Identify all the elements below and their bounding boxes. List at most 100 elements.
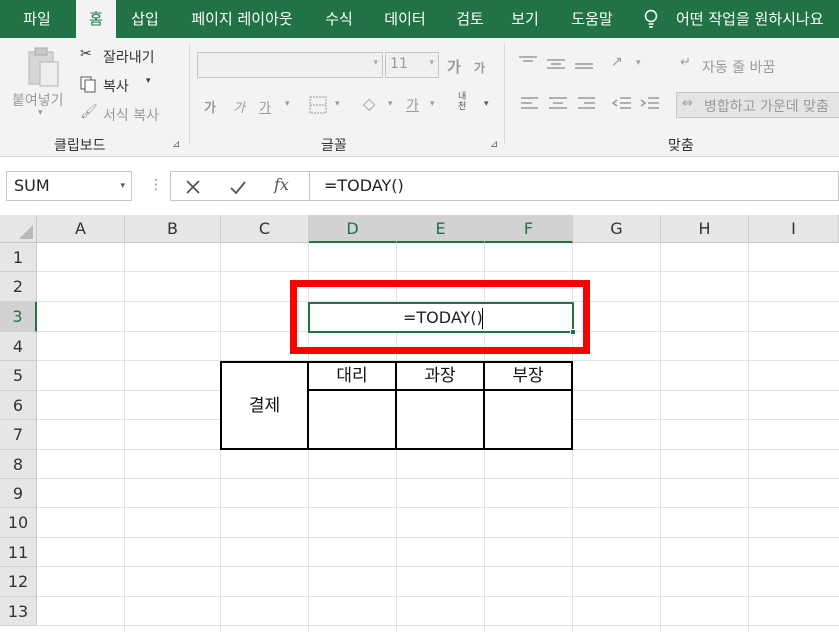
select-all-button[interactable] xyxy=(0,215,37,243)
font-color-button[interactable]: 가 xyxy=(406,95,419,115)
copy-dropdown-icon[interactable]: ▾ xyxy=(146,76,151,86)
align-right-icon[interactable] xyxy=(576,96,596,110)
tell-me-search[interactable]: 어떤 작업을 원하시나요 xyxy=(676,0,824,38)
formula-bar-grip-icon: ⋮ xyxy=(149,177,163,193)
row-header-4[interactable]: 4 xyxy=(0,332,37,361)
clipboard-launcher-icon[interactable]: ⊿ xyxy=(172,139,180,150)
borders-icon[interactable] xyxy=(309,96,327,114)
approval-header-cell: 대리 xyxy=(307,361,397,391)
worksheet-grid: A B C D E F G H I 1 2 3 4 5 6 7 8 9 10 1… xyxy=(0,215,839,632)
column-header-b[interactable]: B xyxy=(125,215,221,243)
font-color-dropdown-icon[interactable]: ▾ xyxy=(430,99,435,109)
paste-button[interactable]: 붙여넣기 xyxy=(12,90,64,110)
paste-dropdown-icon[interactable]: ▾ xyxy=(38,108,43,118)
cut-icon: ✂ xyxy=(80,46,92,62)
row-header-3[interactable]: 3 xyxy=(0,302,37,332)
tab-page-layout[interactable]: 페이지 레이아웃 xyxy=(178,0,306,38)
row-header-9[interactable]: 9 xyxy=(0,479,37,508)
align-top-icon[interactable] xyxy=(518,56,538,70)
row-header-1[interactable]: 1 xyxy=(0,243,37,272)
tab-home[interactable]: 홈 xyxy=(76,0,116,38)
insert-function-button[interactable]: fx xyxy=(274,175,289,194)
name-box[interactable]: SUM ▾ xyxy=(6,171,132,201)
tab-formulas[interactable]: 수식 xyxy=(315,0,363,38)
underline-dropdown-icon[interactable]: ▾ xyxy=(285,99,290,109)
row-header-6[interactable]: 6 xyxy=(0,391,37,420)
format-painter-button[interactable]: 서식 복사 xyxy=(103,105,159,125)
merge-icon: ⇔ xyxy=(682,96,693,111)
column-header-i[interactable]: I xyxy=(749,215,839,243)
row-header-11[interactable]: 11 xyxy=(0,538,37,567)
column-header-a[interactable]: A xyxy=(37,215,125,243)
phonetic-button[interactable]: 내천 xyxy=(458,92,474,112)
copy-icon xyxy=(80,76,96,93)
fill-color-icon[interactable]: ◇ xyxy=(363,94,375,113)
enter-check-icon[interactable] xyxy=(229,179,247,195)
gridline xyxy=(37,537,839,538)
tab-data[interactable]: 데이터 xyxy=(374,0,436,38)
bold-button[interactable]: 가 xyxy=(204,97,216,116)
row-header-7[interactable]: 7 xyxy=(0,420,37,450)
column-header-e[interactable]: E xyxy=(397,215,485,243)
approval-title-cell: 결제 xyxy=(220,361,309,450)
row-header-2[interactable]: 2 xyxy=(0,272,37,302)
ribbon-tab-bar: 파일 홈 삽입 페이지 레이아웃 수식 데이터 검토 보기 도움말 어떤 작업을… xyxy=(0,0,839,38)
column-header-d[interactable]: D xyxy=(309,215,397,243)
fill-color-dropdown-icon[interactable]: ▾ xyxy=(388,99,393,109)
row-header-12[interactable]: 12 xyxy=(0,567,37,597)
phonetic-dropdown-icon[interactable]: ▾ xyxy=(484,99,489,109)
gridline xyxy=(37,507,839,508)
tab-view[interactable]: 보기 xyxy=(501,0,549,38)
ribbon: 붙여넣기 ▾ ✂ 잘라내기 복사 ▾ 🖌 서식 복사 클립보드 ⊿ ▾ 11 ▾… xyxy=(0,38,839,157)
column-header-c[interactable]: C xyxy=(221,215,309,243)
orientation-dropdown-icon[interactable]: ▾ xyxy=(636,58,641,68)
group-divider xyxy=(504,44,505,144)
column-header-h[interactable]: H xyxy=(661,215,749,243)
wrap-text-icon: ↵ xyxy=(680,55,691,70)
increase-indent-icon[interactable] xyxy=(640,96,660,110)
cancel-icon[interactable] xyxy=(185,179,201,195)
font-size-box[interactable]: 11 ▾ xyxy=(385,52,439,78)
shrink-font-button[interactable]: 가 xyxy=(474,59,485,76)
highlight-box xyxy=(290,280,590,354)
cut-button[interactable]: 잘라내기 xyxy=(103,47,155,67)
select-all-triangle-icon xyxy=(19,225,33,239)
wrap-text-button[interactable]: 자동 줄 바꿈 xyxy=(702,57,775,77)
chevron-down-icon: ▾ xyxy=(373,58,378,68)
copy-button[interactable]: 복사 xyxy=(103,76,129,96)
column-header-f[interactable]: F xyxy=(485,215,573,243)
align-center-icon[interactable] xyxy=(548,96,568,110)
alignment-group-label: 맞춤 xyxy=(668,138,694,154)
formula-buttons: fx xyxy=(170,171,309,201)
decrease-indent-icon[interactable] xyxy=(612,96,632,110)
chevron-down-icon[interactable]: ▾ xyxy=(120,172,125,200)
tab-insert[interactable]: 삽입 xyxy=(120,0,170,38)
align-bottom-icon[interactable] xyxy=(574,56,594,70)
align-middle-icon[interactable] xyxy=(546,56,566,70)
tab-file[interactable]: 파일 xyxy=(8,0,66,38)
column-header-g[interactable]: G xyxy=(573,215,661,243)
tab-review[interactable]: 검토 xyxy=(446,0,494,38)
formula-input[interactable]: =TODAY() xyxy=(309,171,839,201)
approval-sign-cell[interactable] xyxy=(395,389,485,450)
underline-button[interactable]: 가 xyxy=(259,97,271,116)
font-name-box[interactable]: ▾ xyxy=(197,52,383,78)
row-header-8[interactable]: 8 xyxy=(0,450,37,479)
row-header-5[interactable]: 5 xyxy=(0,361,37,391)
borders-dropdown-icon[interactable]: ▾ xyxy=(335,99,340,109)
merge-center-button[interactable]: ⇔ 병합하고 가운데 맞춤 xyxy=(676,92,839,118)
italic-button[interactable]: 가 xyxy=(233,97,245,116)
font-launcher-icon[interactable]: ⊿ xyxy=(490,139,498,150)
tab-help[interactable]: 도움말 xyxy=(560,0,624,38)
chevron-down-icon: ▾ xyxy=(429,58,434,68)
clipboard-group-label: 클립보드 xyxy=(54,138,106,154)
name-box-value: SUM xyxy=(14,176,50,195)
paste-icon xyxy=(28,47,59,87)
orientation-icon[interactable]: ↗ xyxy=(611,54,623,70)
grow-font-button[interactable]: 가 xyxy=(447,56,461,77)
approval-sign-cell[interactable] xyxy=(307,389,397,450)
approval-sign-cell[interactable] xyxy=(483,389,573,450)
align-left-icon[interactable] xyxy=(520,96,540,110)
row-header-13[interactable]: 13 xyxy=(0,597,37,626)
row-header-10[interactable]: 10 xyxy=(0,508,37,538)
